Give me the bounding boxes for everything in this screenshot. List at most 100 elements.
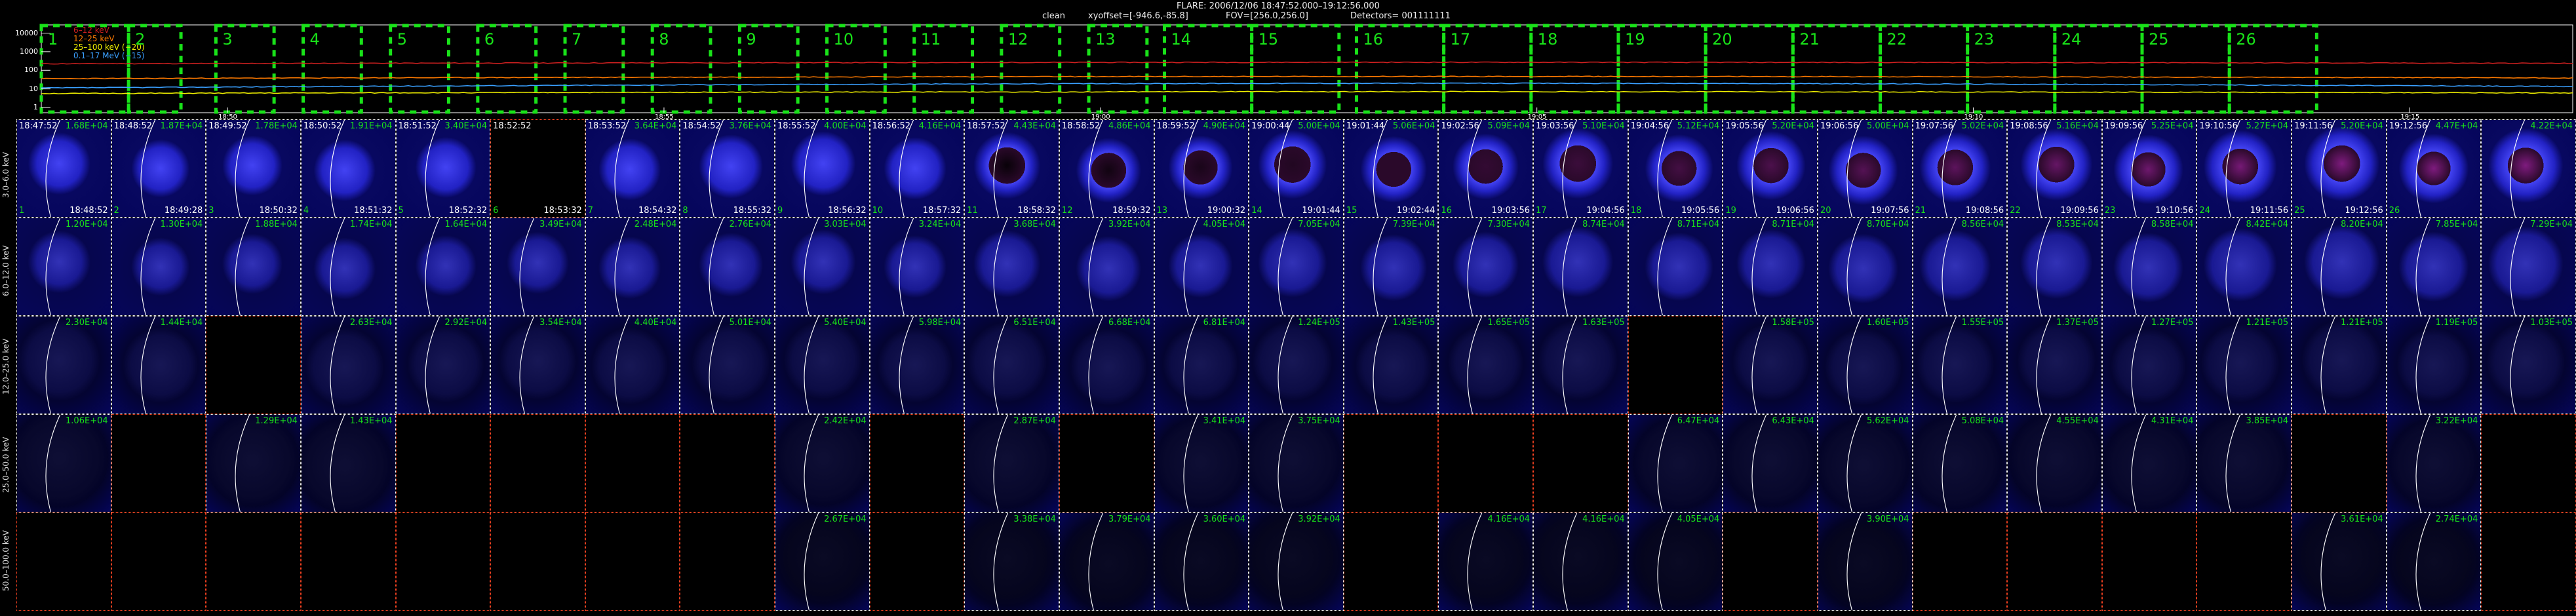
image-cell[interactable]: [2101, 512, 2197, 611]
image-cell[interactable]: 1.74E+04: [300, 218, 396, 316]
image-cell[interactable]: 7.39E+04: [1343, 218, 1439, 316]
image-cell[interactable]: [300, 512, 396, 611]
image-cell[interactable]: 5.02E+04 19:07:56 19:08:56 21: [1912, 119, 2008, 218]
image-cell[interactable]: 2.63E+04: [300, 316, 396, 414]
image-cell[interactable]: 3.68E+04: [964, 218, 1059, 316]
image-cell[interactable]: 8.42E+04: [2196, 218, 2292, 316]
image-cell[interactable]: 18:52:52 18:53:32 6: [490, 119, 585, 218]
image-cell[interactable]: [16, 512, 111, 611]
image-cell[interactable]: 1.43E+05: [1343, 316, 1439, 414]
image-cell[interactable]: 6.81E+04: [1154, 316, 1249, 414]
image-cell[interactable]: 4.16E+04: [1533, 512, 1628, 611]
image-cell[interactable]: 4.05E+04: [1628, 512, 1723, 611]
image-cell[interactable]: 3.38E+04: [964, 512, 1059, 611]
image-cell[interactable]: [2292, 414, 2387, 512]
image-cell[interactable]: 3.75E+04: [1249, 414, 1344, 512]
image-cell[interactable]: [1438, 414, 1534, 512]
image-cell[interactable]: [1343, 414, 1439, 512]
image-cell[interactable]: 4.16E+04: [1438, 512, 1534, 611]
image-cell[interactable]: 5.09E+04 19:02:56 19:03:56 16: [1438, 119, 1534, 218]
image-cell[interactable]: 2.30E+04: [16, 316, 111, 414]
image-cell[interactable]: 1.88E+04: [206, 218, 301, 316]
image-cell[interactable]: [1628, 316, 1723, 414]
image-cell[interactable]: [2007, 512, 2102, 611]
image-cell[interactable]: 1.68E+04 18:47:52 18:48:52 1: [16, 119, 111, 218]
image-cell[interactable]: [490, 512, 585, 611]
image-cell[interactable]: 3.76E+04 18:54:52 18:55:32 8: [680, 119, 775, 218]
image-cell[interactable]: 5.01E+04: [680, 316, 775, 414]
image-cell[interactable]: 3.24E+04: [869, 218, 965, 316]
image-cell[interactable]: [1912, 512, 2008, 611]
image-cell[interactable]: 7.85E+04: [2386, 218, 2482, 316]
image-cell[interactable]: 3.22E+04: [2386, 414, 2482, 512]
image-cell[interactable]: [869, 512, 965, 611]
image-cell[interactable]: 4.22E+04: [2481, 119, 2576, 218]
image-cell[interactable]: [490, 414, 585, 512]
image-cell[interactable]: [111, 512, 206, 611]
image-cell[interactable]: 1.37E+05: [2007, 316, 2102, 414]
image-cell[interactable]: 7.05E+04: [1249, 218, 1344, 316]
image-cell[interactable]: 3.92E+04: [1249, 512, 1344, 611]
image-cell[interactable]: 5.06E+04 19:01:44 19:02:44 15: [1343, 119, 1439, 218]
image-cell[interactable]: 1.65E+05: [1438, 316, 1534, 414]
image-cell[interactable]: 5.62E+04: [1817, 414, 1913, 512]
image-cell[interactable]: 3.92E+04: [1059, 218, 1154, 316]
image-cell[interactable]: 1.58E+05: [1723, 316, 1818, 414]
image-cell[interactable]: 8.53E+04: [2007, 218, 2102, 316]
image-cell[interactable]: 1.60E+05: [1817, 316, 1913, 414]
image-cell[interactable]: 5.12E+04 19:04:56 19:05:56 18: [1628, 119, 1723, 218]
image-cell[interactable]: 2.87E+04: [964, 414, 1059, 512]
image-cell[interactable]: 1.87E+04 18:48:52 18:49:28 2: [111, 119, 206, 218]
image-cell[interactable]: [680, 512, 775, 611]
image-cell[interactable]: 1.19E+05: [2386, 316, 2482, 414]
image-cell[interactable]: 5.10E+04 19:03:56 19:04:56 17: [1533, 119, 1628, 218]
image-cell[interactable]: 1.06E+04: [16, 414, 111, 512]
image-cell[interactable]: 4.47E+04 19:12:56 26: [2386, 119, 2482, 218]
image-cell[interactable]: 1.03E+05: [2481, 316, 2576, 414]
image-cell[interactable]: 1.43E+04: [300, 414, 396, 512]
image-cell[interactable]: 4.40E+04: [585, 316, 680, 414]
image-cell[interactable]: 3.40E+04 18:51:52 18:52:32 5: [395, 119, 491, 218]
image-cell[interactable]: 1.91E+04 18:50:52 18:51:32 4: [300, 119, 396, 218]
image-cell[interactable]: 3.03E+04: [775, 218, 870, 316]
image-cell[interactable]: 3.60E+04: [1154, 512, 1249, 611]
image-cell[interactable]: 3.41E+04: [1154, 414, 1249, 512]
image-cell[interactable]: 8.71E+04: [1723, 218, 1818, 316]
image-cell[interactable]: 2.42E+04: [775, 414, 870, 512]
image-cell[interactable]: 8.58E+04: [2101, 218, 2197, 316]
image-cell[interactable]: 2.74E+04: [2386, 512, 2482, 611]
image-cell[interactable]: 1.78E+04 18:49:52 18:50:32 3: [206, 119, 301, 218]
image-cell[interactable]: 4.00E+04 18:55:52 18:56:32 9: [775, 119, 870, 218]
image-cell[interactable]: 5.00E+04 19:00:44 19:01:44 14: [1249, 119, 1344, 218]
image-cell[interactable]: 2.67E+04: [775, 512, 870, 611]
image-cell[interactable]: 4.86E+04 18:58:52 18:59:32 12: [1059, 119, 1154, 218]
image-cell[interactable]: [206, 316, 301, 414]
image-cell[interactable]: 3.49E+04: [490, 218, 585, 316]
image-cell[interactable]: [1533, 414, 1628, 512]
image-cell[interactable]: 6.43E+04: [1723, 414, 1818, 512]
image-cell[interactable]: 5.40E+04: [775, 316, 870, 414]
image-cell[interactable]: 6.47E+04: [1628, 414, 1723, 512]
image-cell[interactable]: [585, 414, 680, 512]
image-cell[interactable]: 4.43E+04 18:57:52 18:58:32 11: [964, 119, 1059, 218]
image-cell[interactable]: 8.56E+04: [1912, 218, 2008, 316]
image-cell[interactable]: 1.64E+04: [395, 218, 491, 316]
image-cell[interactable]: [2481, 414, 2576, 512]
image-cell[interactable]: 3.90E+04: [1817, 512, 1913, 611]
image-cell[interactable]: 1.29E+04: [206, 414, 301, 512]
image-cell[interactable]: 6.68E+04: [1059, 316, 1154, 414]
image-cell[interactable]: 8.74E+04: [1533, 218, 1628, 316]
image-cell[interactable]: 7.29E+04: [2481, 218, 2576, 316]
image-cell[interactable]: [395, 414, 491, 512]
image-cell[interactable]: 2.92E+04: [395, 316, 491, 414]
image-cell[interactable]: 1.30E+04: [111, 218, 206, 316]
image-cell[interactable]: [869, 414, 965, 512]
image-cell[interactable]: 8.70E+04: [1817, 218, 1913, 316]
image-cell[interactable]: [680, 414, 775, 512]
image-cell[interactable]: 2.76E+04: [680, 218, 775, 316]
image-cell[interactable]: [585, 512, 680, 611]
image-cell[interactable]: 3.79E+04: [1059, 512, 1154, 611]
image-cell[interactable]: [2481, 512, 2576, 611]
image-cell[interactable]: 1.20E+04: [16, 218, 111, 316]
image-cell[interactable]: 1.44E+04: [111, 316, 206, 414]
